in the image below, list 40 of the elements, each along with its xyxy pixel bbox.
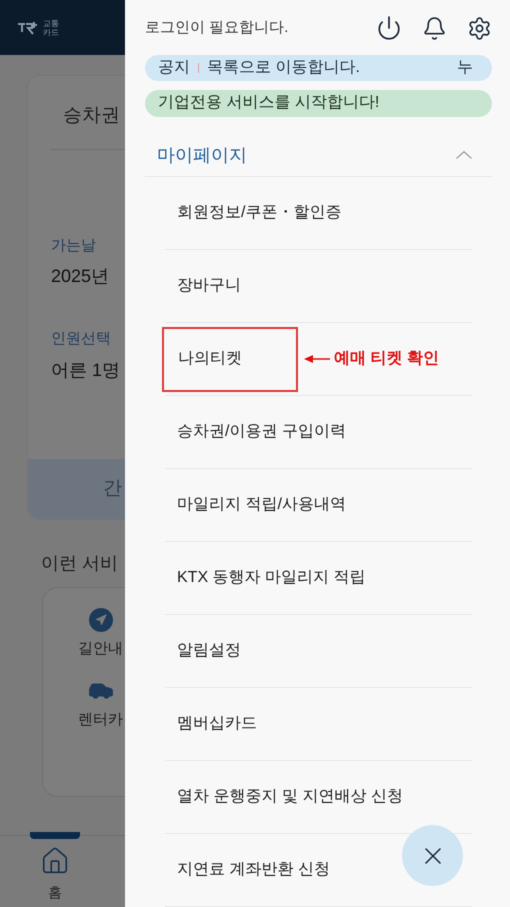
annotation-text: 예매 티켓 확인: [334, 349, 439, 369]
menu-item[interactable]: 알림설정: [165, 639, 241, 663]
people-value: 어른 1명: [51, 358, 122, 382]
service-label[interactable]: 길안내: [78, 638, 123, 660]
notice-text: 누: [457, 58, 473, 78]
notice-label: 공지: [158, 58, 190, 78]
bell-icon[interactable]: [422, 16, 447, 41]
section-title: 마이페이지: [157, 144, 248, 167]
menu-item[interactable]: 지연료 계좌반환 신청: [165, 858, 330, 882]
menu-item[interactable]: 마일리지 적립/사용내역: [165, 493, 346, 517]
menu-item[interactable]: 승차권/이용권 구입이력: [165, 420, 346, 444]
announcement-banner[interactable]: 기업전용 서비스를 시작합니다!: [145, 90, 492, 117]
tab-label: 승차권: [63, 104, 121, 128]
menu-item[interactable]: 나의티켓: [162, 326, 298, 392]
date-value: 2025년: [51, 265, 110, 288]
menu-item[interactable]: KTX 동행자 마일리지 적립: [165, 566, 366, 590]
logo-text: 교통: [43, 18, 59, 28]
home-icon: [40, 846, 70, 876]
notice-banner[interactable]: 공지 목록으로 이동합니다. 누: [145, 54, 492, 82]
navigation-icon: [88, 608, 112, 632]
login-text: 로그인이 필요합니다.: [145, 18, 290, 38]
menu-item[interactable]: 회원정보/쿠폰・할인증: [165, 201, 342, 225]
section-header[interactable]: 마이페이지: [145, 134, 492, 177]
power-icon[interactable]: [376, 15, 402, 42]
menu-item[interactable]: 열차 운행중지 및 지연배상 신청: [165, 785, 403, 809]
chevron-up-icon: [456, 151, 472, 160]
selected-indicator: [30, 832, 80, 839]
nav-tab[interactable]: 홈: [30, 836, 80, 907]
logo-text: 카드: [43, 28, 59, 36]
menu-item[interactable]: 장바구니: [165, 274, 241, 298]
field-label: 가는날: [51, 236, 97, 256]
logo-icon: [17, 20, 39, 34]
service-label[interactable]: 렌터카: [78, 708, 123, 731]
notice-text: 목록으로 이동합니다.: [207, 58, 361, 78]
arrow-icon: [304, 354, 330, 364]
settings-icon[interactable]: [467, 16, 492, 41]
nav-label: 홈: [48, 883, 62, 902]
menu-item[interactable]: 멤버십카드: [165, 712, 257, 736]
field-label: 인원선택: [51, 329, 112, 349]
section-title: 이런 서비: [41, 552, 120, 575]
